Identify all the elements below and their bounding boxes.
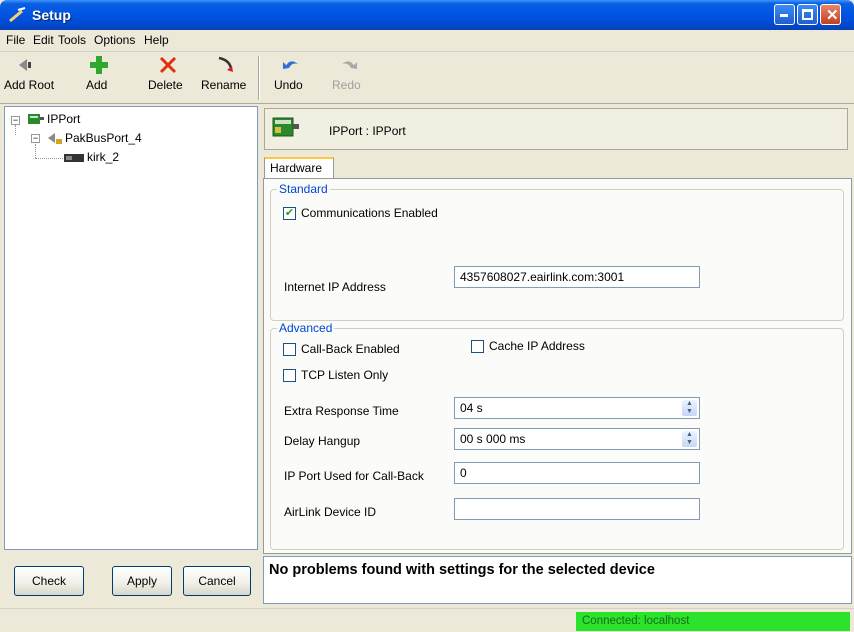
redo-button[interactable]: Redo [332,54,366,92]
ipport-device-icon [272,117,299,137]
ip-address-label: Internet IP Address [284,280,386,294]
tcp-listen-only-label: TCP Listen Only [301,368,389,382]
title-bar: Setup ✕ [0,0,854,30]
call-back-enabled-checkbox[interactable] [283,343,296,356]
add-label: Add [86,78,108,92]
add-root-button[interactable]: Add Root [4,54,54,92]
advanced-group-title: Advanced [277,321,335,335]
window-title: Setup [32,7,71,23]
plus-icon [90,56,108,74]
extra-response-time-value: 04 s [460,401,483,415]
device-tree[interactable]: − IPPort − PakBusPort_4 kirk_2 [4,106,258,550]
collapse-pakbusport-toggle[interactable]: − [31,134,40,143]
rename-label: Rename [201,78,247,92]
collapse-ipport-toggle[interactable]: − [11,116,20,125]
left-button-panel: Check Apply Cancel [0,552,260,606]
tree-item-pakbusport[interactable]: PakBusPort_4 [65,131,142,145]
tree-item-ipport[interactable]: IPPort [47,112,80,126]
undo-label: Undo [274,78,303,92]
minimize-button[interactable] [774,4,795,25]
cache-ip-address-checkbox[interactable] [471,340,484,353]
add-button[interactable]: Add [86,54,112,92]
airlink-device-id-label: AirLink Device ID [284,505,377,519]
tab-hardware[interactable]: Hardware [264,157,334,179]
cancel-button[interactable]: Cancel [183,566,251,596]
ip-port-callback-input[interactable]: 0 [454,462,700,484]
menu-bar: File Edit Tools Options Help [0,30,854,52]
hardware-tab-page: Standard ✔ Communications Enabled Intern… [263,178,852,554]
connection-status: Connected: localhost [576,612,850,631]
validation-message-box: No problems found with settings for the … [263,556,852,604]
device-title: IPPort : IPPort [329,124,406,138]
communications-enabled-label: Communications Enabled [301,206,438,220]
tcp-listen-only-checkbox[interactable] [283,369,296,382]
undo-arrow-icon [283,61,298,69]
add-root-icon [19,59,31,71]
airlink-device-id-input[interactable] [454,498,700,520]
tree-item-kirk[interactable]: kirk_2 [87,150,119,164]
undo-button[interactable]: Undo [274,54,308,92]
delete-button[interactable]: Delete [148,54,188,92]
redo-label: Redo [332,78,361,92]
delete-label: Delete [148,78,183,92]
apply-button[interactable]: Apply [112,566,172,596]
menu-tools[interactable]: Tools [58,33,86,47]
delay-hangup-spinner[interactable]: ▲ ▼ [682,431,697,447]
redo-arrow-icon [342,61,357,69]
ip-port-callback-label: IP Port Used for Call-Back [284,469,424,483]
rename-button[interactable]: Rename [201,54,251,92]
add-root-label: Add Root [4,78,55,92]
menu-edit[interactable]: Edit [33,33,54,47]
communications-enabled-checkbox[interactable]: ✔ [283,207,296,220]
extra-response-time-spinner[interactable]: ▲ ▼ [682,400,697,416]
call-back-enabled-label: Call-Back Enabled [301,342,400,356]
delay-hangup-input[interactable]: 00 s 000 ms ▲ ▼ [454,428,700,450]
ip-address-input[interactable]: 4357608027.eairlink.com:3001 [454,266,700,288]
delete-x-icon [159,56,177,74]
delay-hangup-label: Delay Hangup [284,434,361,448]
toolbar-separator [258,56,260,100]
extra-response-time-label: Extra Response Time [284,404,399,418]
device-header: IPPort : IPPort [264,108,848,150]
menu-file[interactable]: File [6,33,25,47]
check-button[interactable]: Check [14,566,84,596]
ipport-icon [28,114,44,124]
toolbar: Add Root Add Delete Rename Undo Redo [0,52,854,104]
close-button[interactable]: ✕ [820,4,841,25]
extra-response-time-input[interactable]: 04 s ▲ ▼ [454,397,700,419]
pakbus-port-icon [48,133,62,144]
menu-options[interactable]: Options [94,33,135,47]
menu-help[interactable]: Help [144,33,169,47]
maximize-button[interactable] [797,4,818,25]
standard-group-title: Standard [277,182,330,196]
status-bar: Connected: localhost [0,608,854,632]
delay-hangup-value: 00 s 000 ms [460,432,526,446]
datalogger-icon [64,154,84,162]
setup-wand-icon [9,7,26,23]
cache-ip-address-label: Cache IP Address [489,339,585,353]
rename-icon [218,56,233,72]
validation-message: No problems found with settings for the … [269,562,655,578]
